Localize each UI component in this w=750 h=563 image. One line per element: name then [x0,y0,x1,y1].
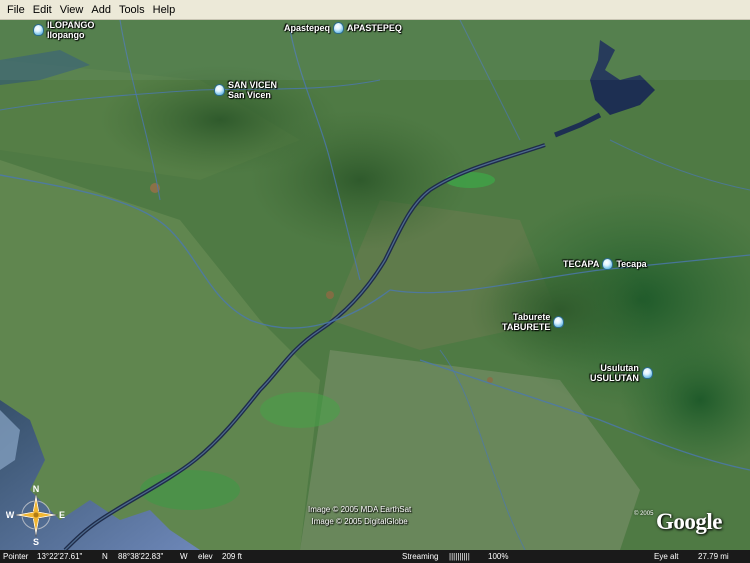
menu-file[interactable]: File [3,0,29,20]
placemark-tecapa[interactable]: TECAPA Tecapa [563,258,647,270]
placemark-icon [333,22,345,34]
longitude-direction: W [180,552,188,561]
compass-s-label: S [33,537,39,545]
placemark-icon [33,24,44,36]
placemark-apastepeq[interactable]: Apastepeq APASTEPEQ [284,22,402,34]
compass-w-label: W [6,510,15,520]
status-bar: Pointer 13°22'27.61" N 88°38'22.83" W el… [0,550,750,563]
placemark-usulutan[interactable]: Usulutan USULUTAN [590,363,653,383]
placemark-label: Tecapa [616,259,647,269]
placemark-ilopango[interactable]: ILOPANGO Ilopango [33,20,94,40]
credit-line: Image © 2005 DigitalGlobe [311,517,408,526]
credit-line: Image © 2005 MDA EarthSat [308,505,412,514]
imagery-credits: Image © 2005 MDA EarthSat Image © 2005 D… [308,504,411,528]
compass-rose[interactable]: N S W E [6,485,66,545]
placemark-label: Taburete [513,312,551,322]
placemark-icon [214,84,225,96]
pointer-latitude: 13°22'27.61" [37,552,83,561]
menu-edit[interactable]: Edit [29,0,56,20]
placemark-icon [602,258,614,270]
placemark-label: ILOPANGO [47,20,95,30]
menu-tools[interactable]: Tools [115,0,149,20]
compass-n-label: N [33,485,40,494]
streaming-percent: 100% [488,552,509,561]
compass-e-label: E [59,510,65,520]
menu-add[interactable]: Add [87,0,115,20]
placemark-label: San Vicen [228,90,271,100]
menu-view[interactable]: View [56,0,88,20]
placemark-icon [641,367,653,379]
placemark-taburete[interactable]: Taburete TABURETE [502,312,565,332]
placemark-label: USULUTAN [590,373,639,383]
placemark-label: TECAPA [563,259,600,269]
latitude-direction: N [102,552,108,561]
placemark-label: Apastepeq [284,23,331,33]
pointer-label: Pointer [3,552,29,561]
placemark-label: TABURETE [502,322,551,332]
placemark-label: APASTEPEQ [347,23,402,33]
placemark-label: Usulutan [600,363,639,373]
placemark-label: SAN VICEN [228,80,278,90]
placemark-san-vicen[interactable]: SAN VICEN San Vicen [214,80,277,100]
elevation-label: elev [198,552,213,561]
satellite-terrain [0,20,750,550]
streaming-label: Streaming [402,552,439,561]
logo-copyright: © 2005 [634,511,654,517]
streaming-progress-bar: |||||||||| [449,552,470,561]
pointer-longitude: 88°38'22.83" [118,552,164,561]
eye-altitude-label: Eye alt [654,552,679,561]
map-viewport[interactable]: ILOPANGO Ilopango Apastepeq APASTEPEQ SA… [0,20,750,550]
eye-altitude-value: 27.79 mi [698,552,729,561]
menu-bar: File Edit View Add Tools Help [0,0,750,20]
elevation-value: 209 ft [222,552,243,561]
google-logo: Google [656,509,723,534]
menu-help[interactable]: Help [149,0,180,20]
placemark-label: Ilopango [47,30,85,40]
placemark-icon [553,316,565,328]
